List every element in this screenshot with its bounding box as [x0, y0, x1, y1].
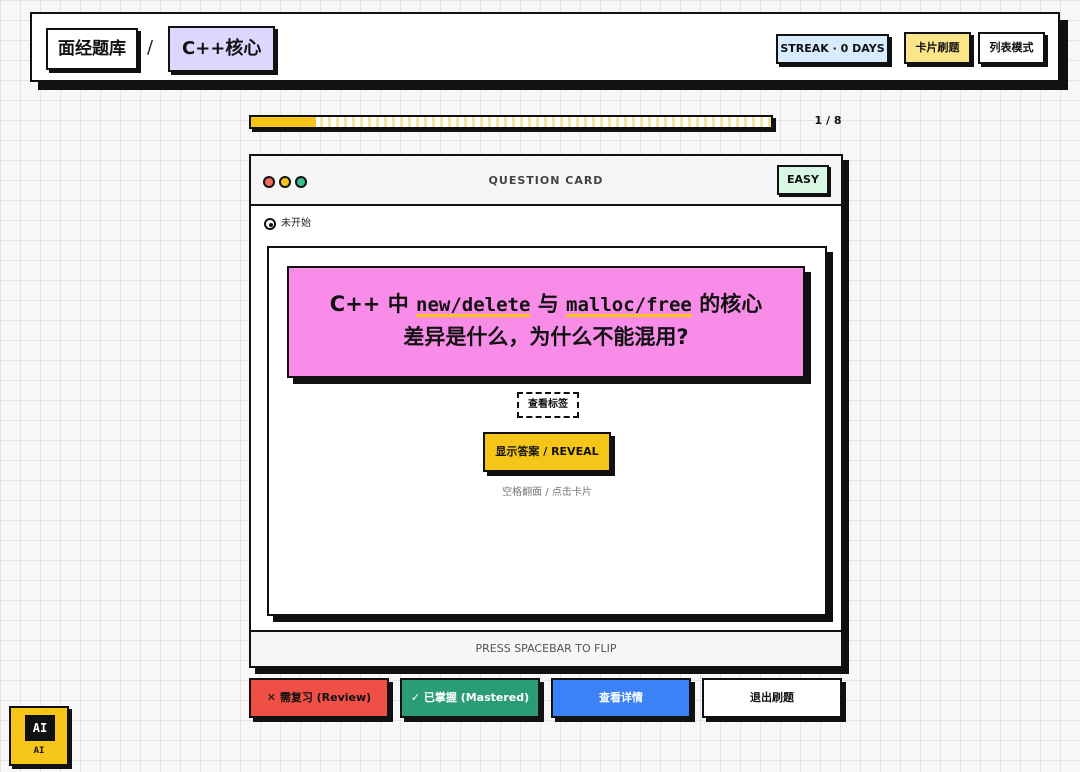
- breadcrumb-root[interactable]: 面经题库: [46, 28, 138, 70]
- exit-practice-button[interactable]: 退出刷题: [702, 678, 842, 718]
- streak-badge: STREAK · 0 DAYS: [776, 34, 889, 64]
- card-mode-button[interactable]: 卡片刷题: [904, 32, 971, 64]
- ai-icon: AI: [25, 715, 55, 741]
- question-line-2: 差异是什么，为什么不能混用?: [403, 325, 689, 349]
- breadcrumb-current[interactable]: C++核心: [168, 26, 276, 72]
- reveal-answer-button[interactable]: 显示答案 / REVEAL: [483, 432, 611, 472]
- difficulty-badge: EASY: [777, 165, 829, 195]
- progress-bar: [249, 115, 773, 129]
- flip-hint: 空格翻面 / 点击卡片: [502, 487, 592, 498]
- review-button[interactable]: ✕ 需复习 (Review): [249, 678, 389, 718]
- list-mode-button[interactable]: 列表模式: [978, 32, 1045, 64]
- question-card-window: QUESTION CARD EASY 未开始 C++ 中 new/delete …: [249, 154, 843, 668]
- status-circle-icon: [264, 218, 276, 230]
- question-suffix: 的核心: [691, 292, 763, 316]
- view-details-button[interactable]: 查看详情: [551, 678, 691, 718]
- status-text: 未开始: [281, 218, 311, 229]
- ai-label: AI: [33, 746, 45, 756]
- breadcrumb-separator: /: [147, 37, 154, 58]
- question-text: C++ 中 new/delete 与 malloc/free 的核心 差异是什么…: [287, 266, 805, 378]
- mastered-button[interactable]: ✓ 已掌握 (Mastered): [400, 678, 540, 718]
- question-line-1: C++ 中 new/delete 与 malloc/free 的核心: [309, 288, 783, 321]
- question-mid: 与: [530, 292, 567, 316]
- ai-assistant-button[interactable]: AI AI: [9, 706, 69, 766]
- card-footer: PRESS SPACEBAR TO FLIP: [251, 630, 841, 666]
- card-titlebar: QUESTION CARD EASY: [251, 156, 841, 206]
- show-tags-button[interactable]: 查看标签: [517, 392, 579, 418]
- code-malloc-free: malloc/free: [566, 294, 692, 316]
- question-prefix: C++ 中: [329, 292, 417, 316]
- flip-card[interactable]: C++ 中 new/delete 与 malloc/free 的核心 差异是什么…: [267, 246, 827, 616]
- progress-fill: [251, 117, 316, 127]
- progress-counter: 1 / 8: [814, 114, 842, 127]
- card-title: QUESTION CARD: [488, 174, 604, 187]
- code-new-delete: new/delete: [416, 294, 531, 316]
